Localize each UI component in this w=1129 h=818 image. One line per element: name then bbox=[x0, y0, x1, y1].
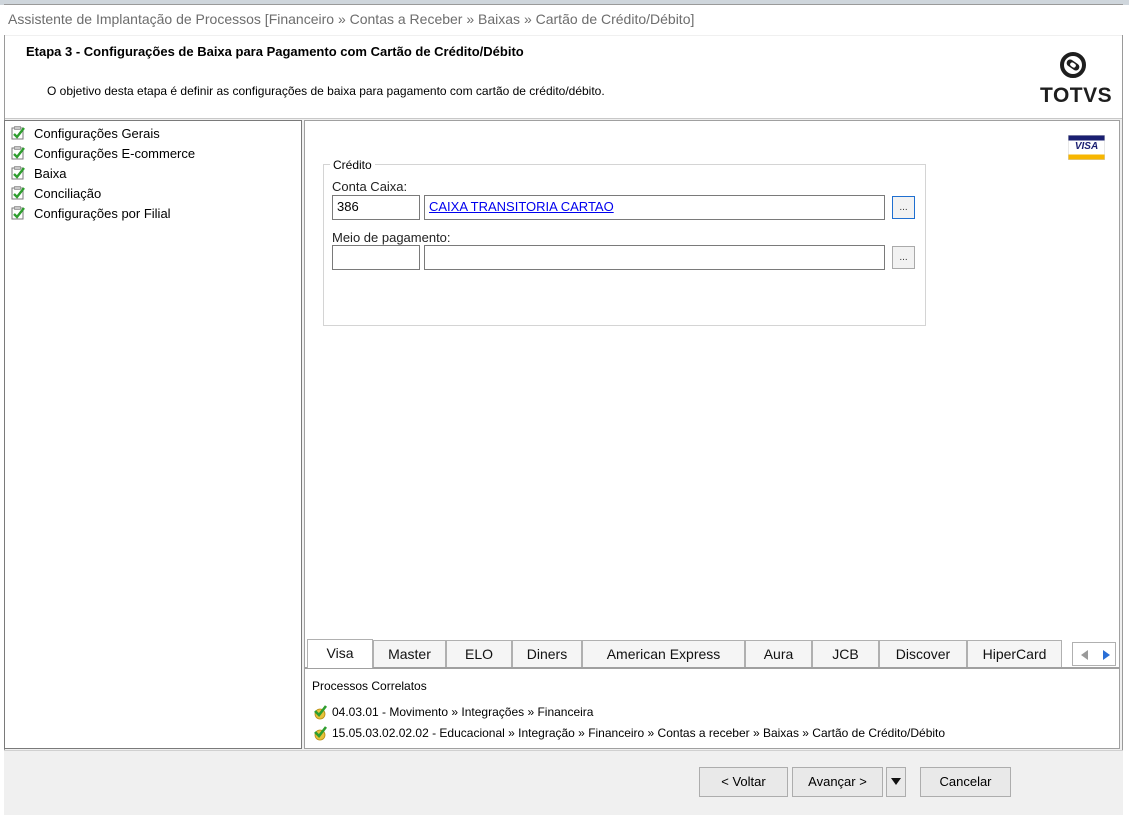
tab-scroll-buttons bbox=[1072, 642, 1116, 666]
related-process-item[interactable]: 04.03.01 - Movimento » Integrações » Fin… bbox=[312, 703, 593, 721]
related-process-label: 15.05.03.02.02.02 - Educacional » Integr… bbox=[332, 726, 946, 740]
tree-item-label: Conciliação bbox=[34, 185, 102, 201]
tab-diners[interactable]: Diners bbox=[512, 640, 582, 667]
tab-discover[interactable]: Discover bbox=[879, 640, 967, 667]
checked-task-icon bbox=[11, 166, 25, 180]
tree-item-conciliacao[interactable]: Conciliação bbox=[11, 184, 101, 202]
related-processes-title: Processos Correlatos bbox=[312, 679, 427, 693]
tree-item-configuracoes-gerais[interactable]: Configurações Gerais bbox=[11, 124, 160, 142]
tree-item-configuracoes-ecommerce[interactable]: Configurações E-commerce bbox=[11, 144, 195, 162]
tab-visa[interactable]: Visa bbox=[307, 639, 373, 668]
tab-aura[interactable]: Aura bbox=[745, 640, 812, 667]
checked-task-icon bbox=[11, 146, 25, 160]
credit-group-legend: Crédito bbox=[330, 158, 375, 172]
tab-hipercard[interactable]: HiperCard bbox=[967, 640, 1062, 667]
window-title: Assistente de Implantação de Processos [… bbox=[8, 11, 695, 27]
tab-american-express[interactable]: American Express bbox=[582, 640, 745, 667]
totvs-logo-icon bbox=[1060, 52, 1086, 78]
process-check-icon bbox=[314, 726, 328, 741]
conta-caixa-lookup-button[interactable]: ... bbox=[892, 196, 915, 219]
meio-pagamento-code-field[interactable] bbox=[332, 245, 420, 270]
related-process-item[interactable]: 15.05.03.02.02.02 - Educacional » Integr… bbox=[312, 724, 945, 742]
cancel-button[interactable]: Cancelar bbox=[920, 767, 1011, 797]
tab-scroll-right-icon[interactable] bbox=[1099, 648, 1113, 662]
conta-caixa-name-link[interactable]: CAIXA TRANSITORIA CARTAO bbox=[429, 199, 614, 214]
conta-caixa-code-field[interactable]: 386 bbox=[332, 195, 420, 220]
next-dropdown-button[interactable] bbox=[886, 767, 906, 797]
tree-item-label: Configurações Gerais bbox=[34, 125, 160, 141]
tab-elo[interactable]: ELO bbox=[446, 640, 512, 667]
totvs-logo-text: TOTVS bbox=[1040, 84, 1113, 107]
tree-item-label: Configurações E-commerce bbox=[34, 145, 196, 161]
visa-card-logo: VISA bbox=[1067, 134, 1106, 161]
tab-master[interactable]: Master bbox=[373, 640, 446, 667]
process-check-icon bbox=[314, 705, 328, 720]
meio-pagamento-name-field[interactable] bbox=[424, 245, 885, 270]
conta-caixa-name-field[interactable]: CAIXA TRANSITORIA CARTAO bbox=[424, 195, 885, 220]
checked-task-icon bbox=[11, 186, 25, 200]
next-button[interactable]: Avançar > bbox=[792, 767, 883, 797]
meio-pagamento-lookup-button[interactable]: ... bbox=[892, 246, 915, 269]
step-description: O objetivo desta etapa é definir as conf… bbox=[47, 84, 605, 98]
tree-item-label: Baixa bbox=[34, 165, 67, 181]
chevron-down-icon bbox=[891, 778, 901, 785]
step-title: Etapa 3 - Configurações de Baixa para Pa… bbox=[26, 44, 524, 59]
tree-item-label: Configurações por Filial bbox=[34, 205, 171, 221]
tab-scroll-left-icon[interactable] bbox=[1078, 648, 1092, 662]
related-process-label: 04.03.01 - Movimento » Integrações » Fin… bbox=[332, 705, 594, 719]
tab-jcb[interactable]: JCB bbox=[812, 640, 879, 667]
checked-task-icon bbox=[11, 126, 25, 140]
meio-pagamento-label: Meio de pagamento: bbox=[332, 230, 451, 245]
visa-logo-text: VISA bbox=[1074, 141, 1099, 152]
back-button[interactable]: < Voltar bbox=[699, 767, 788, 797]
steps-tree: Configurações Gerais Configurações E-com… bbox=[4, 120, 302, 749]
tree-item-configuracoes-por-filial[interactable]: Configurações por Filial bbox=[11, 204, 171, 222]
checked-task-icon bbox=[11, 206, 25, 220]
tree-item-baixa[interactable]: Baixa bbox=[11, 164, 67, 182]
conta-caixa-label: Conta Caixa: bbox=[332, 179, 408, 194]
